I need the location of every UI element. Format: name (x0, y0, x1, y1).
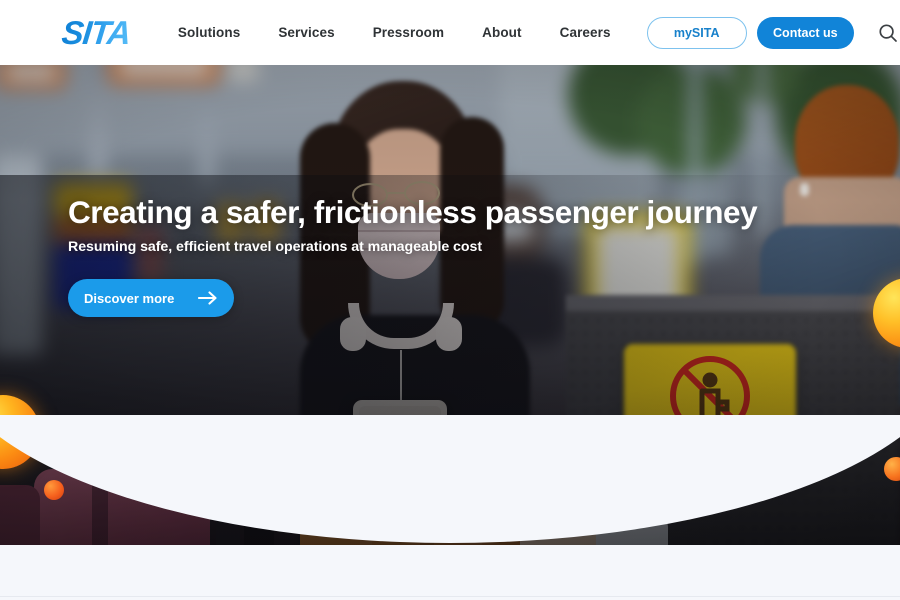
main-navigation: Solutions Services Pressroom About Caree… (178, 25, 611, 40)
mysita-button[interactable]: mySITA (646, 16, 747, 49)
nav-services[interactable]: Services (278, 25, 334, 40)
site-header: SITA Solutions Services Pressroom About … (0, 0, 900, 65)
nav-pressroom[interactable]: Pressroom (373, 25, 444, 40)
content-area-below-hero (0, 545, 900, 600)
search-icon[interactable] (876, 20, 900, 46)
page-bottom-divider (0, 596, 900, 597)
hero-copy: Creating a safer, frictionless passenger… (68, 194, 758, 318)
nav-solutions[interactable]: Solutions (178, 25, 240, 40)
hero-subtitle: Resuming safe, efficient travel operatio… (68, 239, 483, 256)
nav-careers[interactable]: Careers (560, 25, 611, 40)
nav-about[interactable]: About (482, 25, 521, 40)
sita-logo[interactable]: SITA (60, 14, 132, 51)
arrow-right-icon (198, 291, 218, 305)
hero-section: Do not use this seat Keep your distance … (0, 65, 900, 545)
hero-title: Creating a safer, frictionless passenger… (68, 194, 758, 230)
orange-sphere-left-small (44, 480, 64, 500)
contact-us-button[interactable]: Contact us (756, 16, 854, 49)
discover-more-label: Discover more (84, 290, 175, 306)
discover-more-button[interactable]: Discover more (68, 279, 234, 318)
page-root: Do not use this seat Keep your distance … (0, 0, 900, 600)
